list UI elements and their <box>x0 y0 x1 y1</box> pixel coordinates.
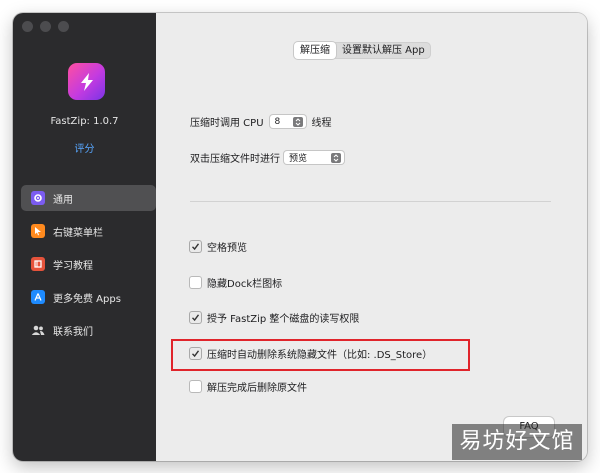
app-store-icon <box>31 290 45 304</box>
tab-bar: 解压缩 设置默认解压 App <box>294 42 431 59</box>
window-controls <box>22 21 69 32</box>
sidebar-item-label: 学习教程 <box>53 260 93 272</box>
tab-decompress[interactable]: 解压缩 <box>294 42 336 59</box>
section-divider <box>190 201 551 202</box>
dblclick-label: 双击压缩文件时进行 <box>190 154 280 165</box>
rate-link[interactable]: 评分 <box>13 140 156 155</box>
sidebar-nav: 通用 右键菜单栏 学习教程 更多免费 Apps 联系我们 <box>21 185 156 350</box>
sidebar-item-context-menu[interactable]: 右键菜单栏 <box>21 218 156 244</box>
sidebar-item-contact[interactable]: 联系我们 <box>21 317 156 343</box>
checkmark-icon <box>191 314 200 322</box>
titlebar <box>156 13 587 41</box>
cpu-thread-row: 压缩时调用 CPU 8 线程 <box>190 114 332 129</box>
sidebar-item-label: 联系我们 <box>53 326 93 338</box>
option-label: 隐藏Dock栏图标 <box>207 279 283 290</box>
dblclick-action-select[interactable]: 预览 <box>284 151 344 164</box>
sidebar-item-more-apps[interactable]: 更多免费 Apps <box>21 284 156 310</box>
option-label: 解压完成后删除原文件 <box>207 383 307 394</box>
app-name-version: FastZip: 1.0.7 <box>50 116 119 127</box>
gear-icon <box>31 191 45 205</box>
annotation-highlight-box <box>171 339 470 371</box>
option-checkbox[interactable] <box>190 241 201 252</box>
option-row: 空格预览 <box>190 239 247 254</box>
cursor-icon <box>31 224 45 238</box>
tab-default-app[interactable]: 设置默认解压 App <box>336 42 431 59</box>
close-window-button[interactable] <box>22 21 33 32</box>
sidebar-item-label: 更多免费 Apps <box>53 293 121 305</box>
option-checkbox[interactable] <box>190 381 201 392</box>
book-icon <box>31 257 45 271</box>
option-row: 隐藏Dock栏图标 <box>190 275 282 290</box>
sidebar: FastZip: 1.0.7 评分 通用 右键菜单栏 学习教程 更多免费 App… <box>13 13 156 461</box>
app-logo-icon <box>68 63 105 100</box>
sidebar-item-label: 右键菜单栏 <box>53 227 103 239</box>
dblclick-row: 双击压缩文件时进行 预览 <box>190 150 350 165</box>
app-window: FastZip: 1.0.7 评分 通用 右键菜单栏 学习教程 更多免费 App… <box>13 13 587 461</box>
sidebar-item-label: 通用 <box>53 194 73 206</box>
option-label: 授予 FastZip 整个磁盘的读写权限 <box>207 314 360 325</box>
sidebar-item-tutorials[interactable]: 学习教程 <box>21 251 156 277</box>
minimize-window-button[interactable] <box>40 21 51 32</box>
stepper-arrows-icon <box>292 116 303 127</box>
cpu-suffix-label: 线程 <box>311 118 332 129</box>
dblclick-action-value: 预览 <box>289 154 308 164</box>
settings-pane: 解压缩 设置默认解压 App 压缩时调用 CPU 8 线程 双击压缩文件时进行 … <box>156 13 587 461</box>
option-row: 授予 FastZip 整个磁盘的读写权限 <box>190 310 359 325</box>
checkmark-icon <box>191 243 200 251</box>
stepper-arrows-icon <box>331 152 341 163</box>
cpu-thread-select[interactable]: 8 <box>269 115 306 128</box>
option-checkbox[interactable] <box>190 312 201 323</box>
option-row: 解压完成后删除原文件 <box>190 379 307 394</box>
sidebar-item-general[interactable]: 通用 <box>21 185 156 211</box>
option-checkbox[interactable] <box>190 277 201 288</box>
option-label: 空格预览 <box>207 243 247 254</box>
cpu-prefix-label: 压缩时调用 CPU <box>190 118 264 129</box>
watermark: 易坊好文馆 <box>452 424 582 460</box>
people-icon <box>31 323 45 337</box>
zoom-window-button[interactable] <box>58 21 69 32</box>
cpu-thread-value: 8 <box>274 116 281 127</box>
